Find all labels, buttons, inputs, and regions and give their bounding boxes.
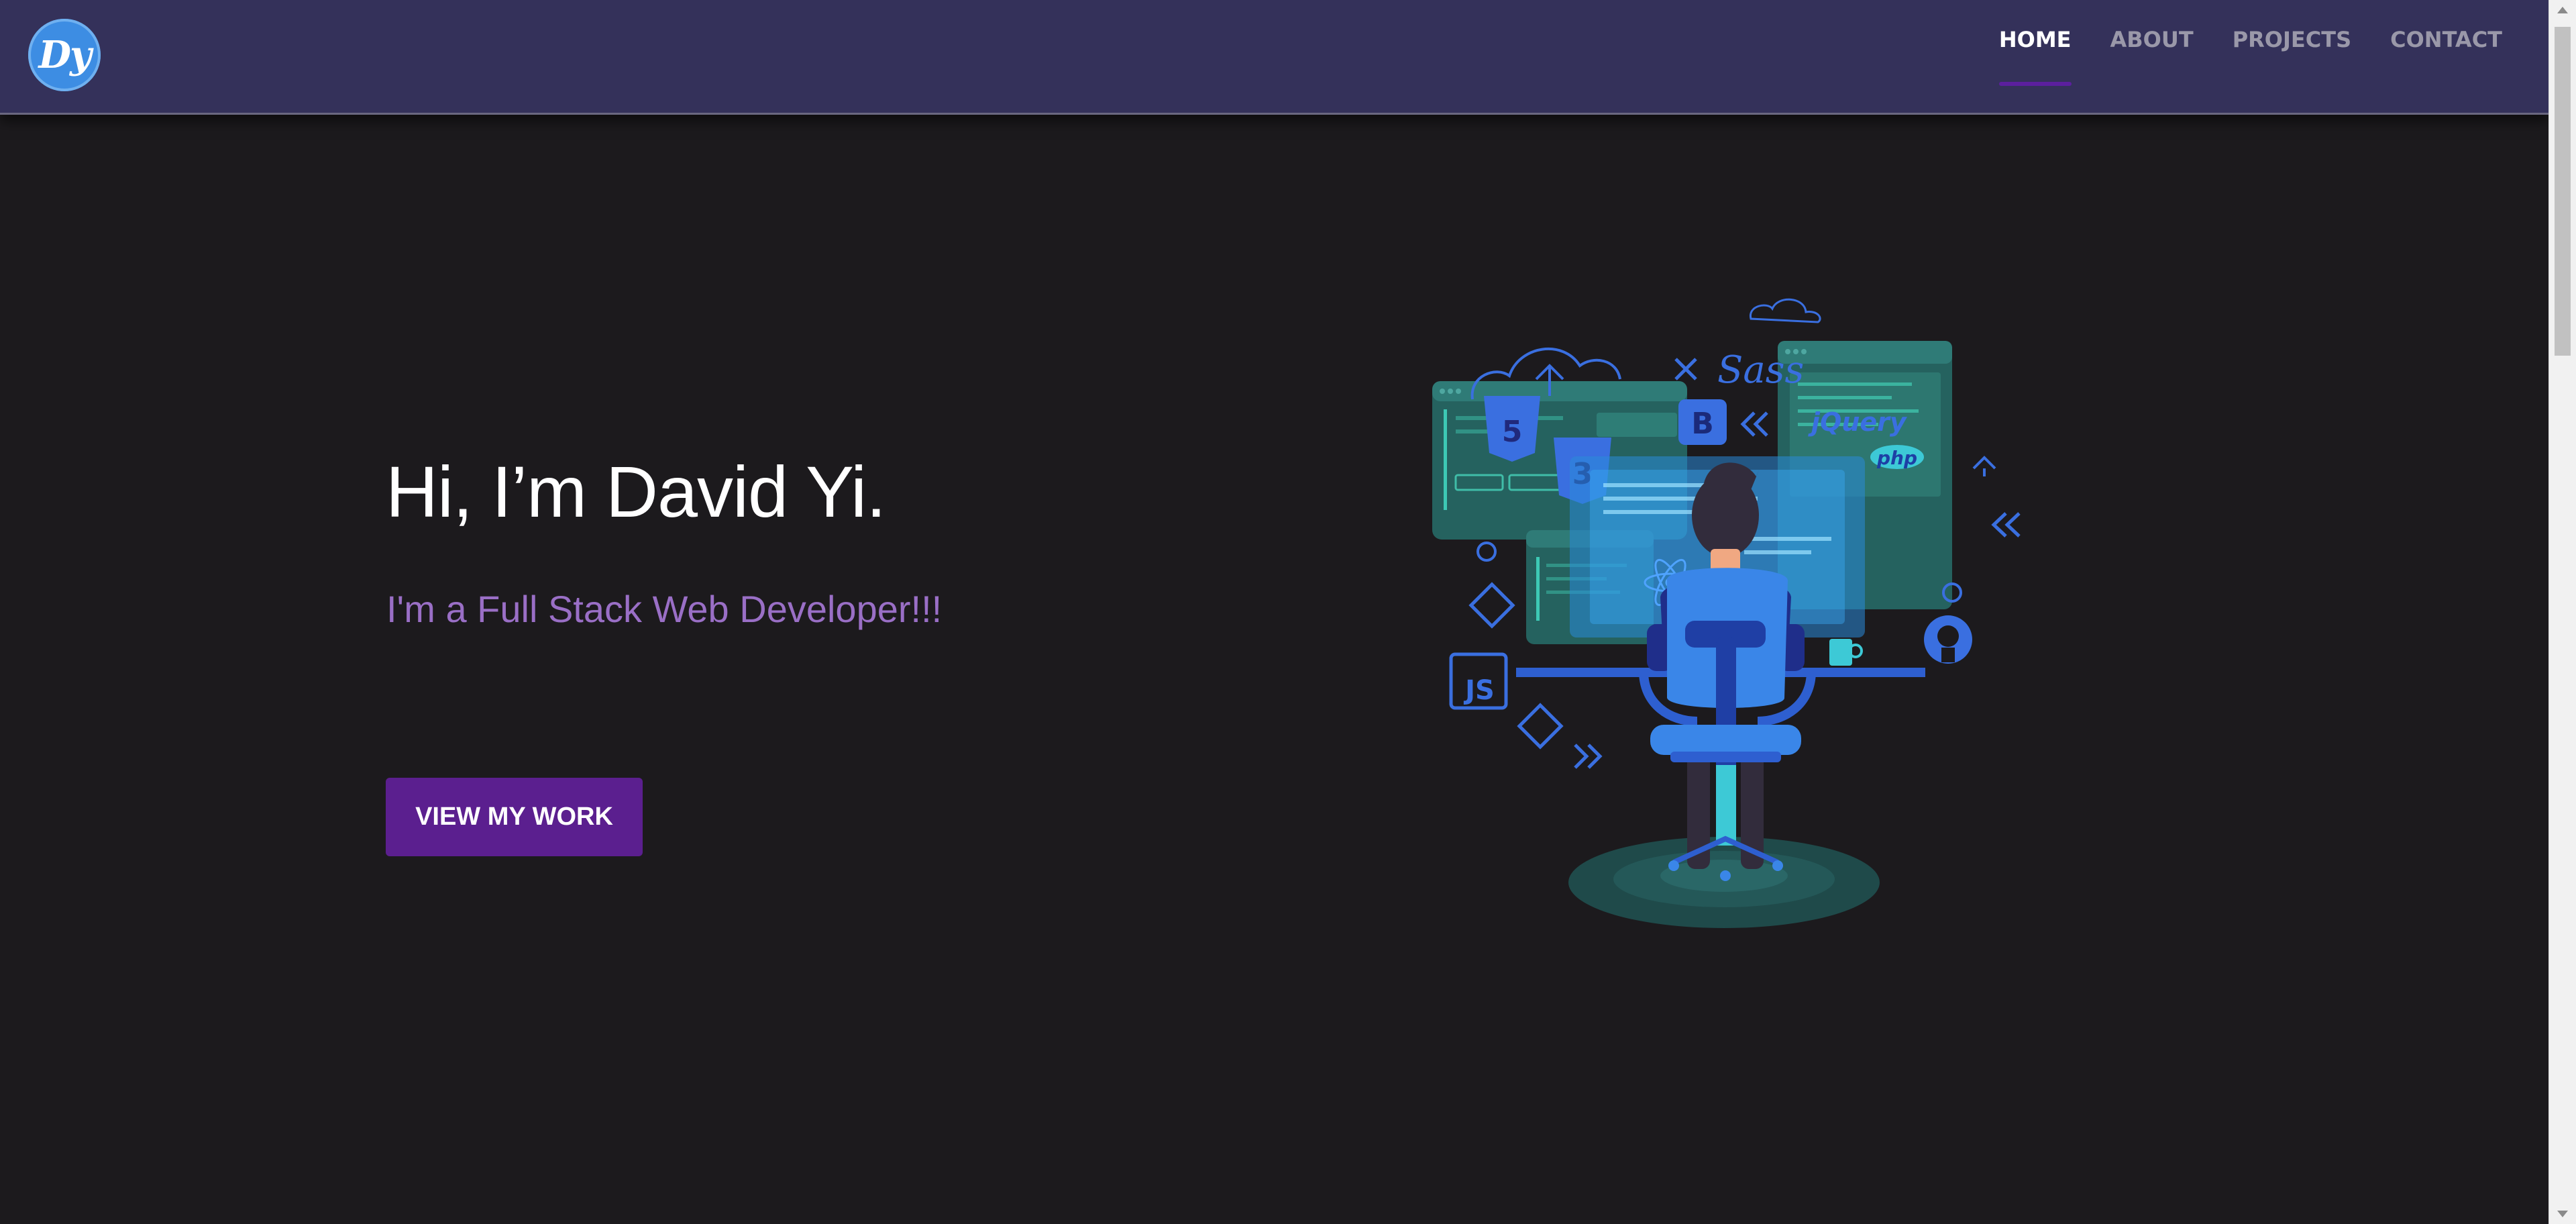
nav-item-about[interactable]: ABOUT: [2110, 27, 2194, 52]
chevron-right-icon: [1574, 744, 1603, 769]
vertical-scrollbar[interactable]: [2548, 0, 2576, 1224]
diamond-shape: [1468, 582, 1515, 629]
svg-text:JS: JS: [1463, 675, 1495, 706]
circle-shape: [1477, 542, 1497, 562]
view-my-work-button[interactable]: VIEW MY WORK: [386, 778, 643, 856]
scroll-thumb[interactable]: [2555, 27, 2571, 356]
navbar: Dy HOME ABOUT PROJECTS CONTACT: [0, 0, 2549, 115]
upload-arrow-icon: [1972, 456, 1996, 476]
chevron-left-icon: [1740, 411, 1768, 437]
sass-logo: Sass: [1717, 348, 1804, 392]
scroll-up-arrow-icon[interactable]: [2557, 7, 2568, 13]
svg-text:B: B: [1691, 407, 1714, 441]
coffee-mug-icon: [1829, 639, 1863, 666]
nav-item-projects[interactable]: PROJECTS: [2233, 27, 2351, 52]
svg-text:5: 5: [1502, 415, 1523, 449]
close-icon: [1674, 358, 1697, 380]
office-chair: [1639, 568, 1816, 881]
nav-item-contact[interactable]: CONTACT: [2390, 27, 2502, 52]
nav-menu: HOME ABOUT PROJECTS CONTACT: [1998, 27, 2502, 86]
logo[interactable]: Dy: [28, 19, 101, 91]
bootstrap-icon: B: [1678, 399, 1727, 445]
diamond-shape-2: [1517, 703, 1564, 750]
html5-icon: 5: [1484, 396, 1540, 462]
hero-title: Hi, I’m David Yi.: [386, 451, 886, 532]
chevron-left-icon-right: [1991, 512, 2021, 538]
developer-illustration: jQuery php 5 3 B Sass JS: [1432, 298, 2021, 928]
nav-item-home[interactable]: HOME: [1998, 27, 2072, 86]
js-icon: JS: [1449, 652, 1508, 710]
cloud-icon: [1750, 298, 1821, 323]
github-icon: [1924, 615, 1972, 664]
scroll-down-arrow-icon[interactable]: [2557, 1211, 2568, 1217]
jquery-logo: jQuery: [1808, 407, 1908, 437]
hero-subtitle: I'm a Full Stack Web Developer!!!: [386, 588, 943, 630]
php-logo: php: [1876, 447, 1917, 469]
